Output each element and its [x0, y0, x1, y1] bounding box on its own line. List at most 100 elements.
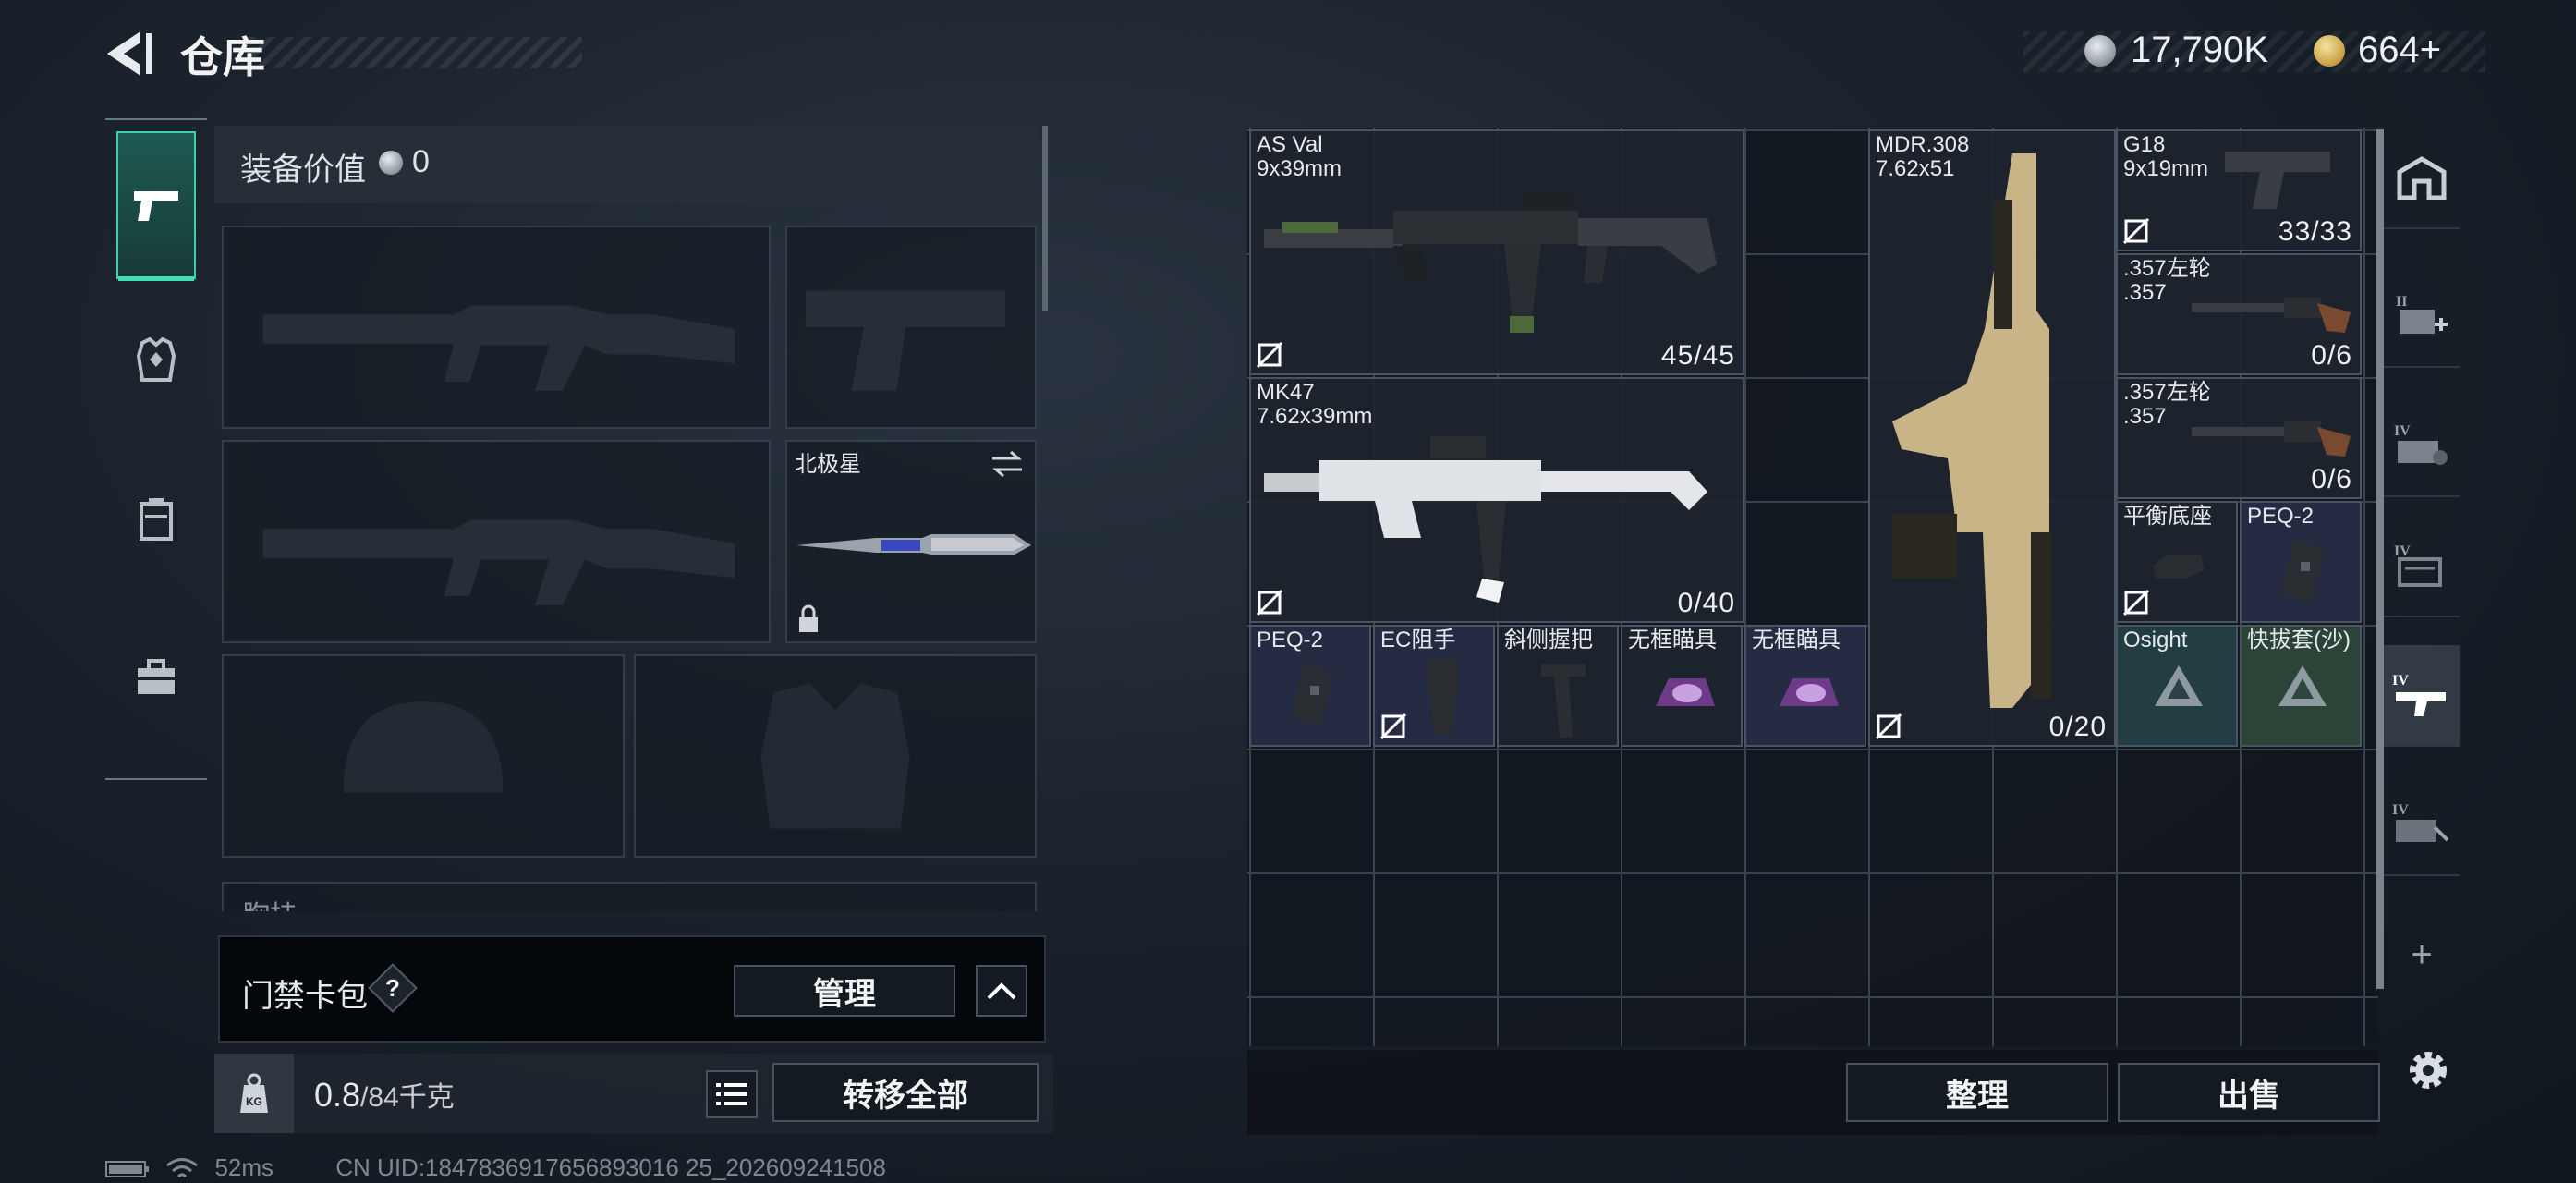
armor-icon	[136, 337, 176, 382]
item-quick-holster[interactable]: 快拔套(沙)	[2240, 625, 2362, 747]
tab-backpack[interactable]	[116, 604, 196, 752]
rifle-silhouette-icon	[262, 305, 735, 391]
ping-value: 52ms	[214, 1153, 274, 1181]
melee-name: 北极星	[795, 452, 861, 477]
item-angled-grip[interactable]: 斜侧握把	[1497, 625, 1619, 747]
chevron-up-icon	[987, 982, 1016, 1000]
add-storage-button[interactable]: +	[2384, 904, 2460, 1006]
placeholder-triangle-icon	[2155, 665, 2203, 706]
placeholder-triangle-icon	[2278, 665, 2327, 706]
svg-text:IV: IV	[2392, 802, 2409, 818]
silver-currency-value[interactable]: 17,790K	[2131, 30, 2268, 71]
tab-weapons[interactable]	[116, 131, 196, 281]
primary-weapon-slot-1[interactable]	[222, 226, 771, 429]
ammo-count: 0/6	[2311, 340, 2352, 371]
storage-grid: AS Val 9x39mm 45/45 MDR.308 7.62x51 0/20…	[1247, 128, 2378, 1046]
item-name: Osight	[2123, 628, 2188, 652]
tab-storage-6[interactable]: IV	[2384, 774, 2460, 876]
helmet-silhouette-icon	[343, 701, 504, 793]
item-frameless-sight[interactable]: 无框瞄具	[1621, 625, 1743, 747]
gold-currency-value[interactable]: 664+	[2358, 30, 2441, 71]
item-mdr-308[interactable]: MDR.308 7.62x51 0/20	[1868, 129, 2116, 747]
chest-rig-slot[interactable]: 胸挂	[222, 882, 1037, 911]
battery-icon	[105, 1161, 149, 1178]
no-insure-icon	[2123, 218, 2149, 244]
item-name: 无框瞄具	[1628, 628, 1717, 652]
svg-text:IV: IV	[2392, 673, 2409, 689]
keycard-case-bar: 门禁卡包 ? 管理	[218, 935, 1046, 1043]
pistol-icon	[2225, 152, 2330, 209]
arrange-button[interactable]: 整理	[1846, 1063, 2108, 1122]
helmet-slot[interactable]	[222, 654, 625, 858]
tab-storage-3[interactable]: IV	[2384, 396, 2460, 497]
weapon-case-icon: IV	[2392, 673, 2446, 716]
item-as-val[interactable]: AS Val 9x39mm 45/45	[1249, 129, 1744, 375]
tab-storage-home[interactable]	[2384, 128, 2460, 229]
briefcase-icon	[138, 659, 175, 694]
list-view-button[interactable]	[706, 1070, 758, 1118]
primary-weapon-slot-2[interactable]	[222, 440, 771, 643]
item-name: 斜侧握把	[1504, 628, 1593, 652]
rifle-silhouette-icon	[262, 519, 735, 605]
melee-slot[interactable]: 北极星	[785, 440, 1037, 643]
tab-armor[interactable]	[116, 287, 196, 434]
manage-button[interactable]: 管理	[734, 965, 955, 1017]
sell-button[interactable]: 出售	[2118, 1063, 2380, 1122]
ammo-count: 0/20	[2048, 712, 2107, 742]
item-peq-2[interactable]: PEQ-2	[1249, 625, 1371, 747]
item-ec-handstop[interactable]: EC阻手	[1373, 625, 1495, 747]
tool-box-icon: IV	[2392, 802, 2449, 842]
back-button[interactable]	[103, 28, 159, 79]
item-g18[interactable]: G18 9x19mm 33/33	[2116, 129, 2362, 251]
no-insure-icon	[2123, 590, 2149, 616]
no-insure-icon	[1257, 590, 1282, 616]
tab-rig[interactable]	[116, 445, 196, 593]
swap-icon[interactable]	[989, 449, 1026, 479]
collapse-button[interactable]	[976, 965, 1027, 1017]
grip-icon	[1541, 664, 1586, 738]
pistol-icon	[134, 191, 178, 221]
weight-kg-icon: KG	[240, 1073, 268, 1113]
weight-value: 0.8/84千克	[314, 1076, 455, 1114]
knife-icon	[796, 534, 1031, 555]
weight-icon-box: KG	[214, 1054, 294, 1133]
no-insure-icon	[1380, 713, 1406, 739]
storage-scrollbar[interactable]	[2376, 129, 2384, 989]
item-frameless-sight[interactable]: 无框瞄具	[1744, 625, 1866, 747]
transfer-all-button[interactable]: 转移全部	[772, 1063, 1039, 1122]
handstop-icon	[1425, 658, 1458, 734]
laser-module-icon	[1290, 662, 1334, 728]
gear-icon	[2410, 1052, 2447, 1089]
tab-storage-weapons[interactable]: IV	[2384, 645, 2460, 747]
body-armor-slot[interactable]	[634, 654, 1037, 858]
lock-icon	[799, 604, 818, 632]
no-insure-icon	[1257, 342, 1282, 368]
laser-module-icon	[2280, 538, 2325, 604]
red-dot-sight-icon	[1656, 678, 1715, 706]
item-name: 无框瞄具	[1752, 628, 1841, 652]
tab-storage-4[interactable]: IV	[2384, 516, 2460, 617]
item-peq-2[interactable]: PEQ-2	[2240, 501, 2362, 623]
item-357-revolver[interactable]: .357左轮 .357 0/6	[2116, 253, 2362, 375]
item-name: PEQ-2	[2247, 504, 2315, 529]
tab-storage-2[interactable]: II	[2384, 266, 2460, 368]
item-osight[interactable]: Osight	[2116, 625, 2238, 747]
ammo-count: 0/40	[1677, 588, 1735, 618]
item-balance-mount[interactable]: 平衡底座	[2116, 501, 2238, 623]
help-button[interactable]: ?	[368, 963, 418, 1013]
add-icon: +	[2411, 933, 2433, 975]
wifi-icon	[166, 1158, 199, 1178]
item-mk47[interactable]: MK47 7.62x39mm 0/40	[1249, 377, 1744, 623]
ammo-box-icon: IV	[2394, 423, 2448, 465]
equipment-value-bar: 装备价值 0	[214, 126, 1037, 203]
pistol-silhouette-icon	[806, 290, 1006, 391]
equipment-scrollbar[interactable]	[1042, 126, 1048, 311]
mk47-rifle-icon	[1264, 436, 1707, 603]
no-insure-icon	[1876, 713, 1902, 739]
user-uid: CN UID:1847836917656893016 25_2026092415…	[335, 1153, 886, 1181]
item-357-revolver[interactable]: .357左轮 .357 0/6	[2116, 377, 2362, 499]
sidearm-slot[interactable]	[785, 226, 1037, 429]
item-name: G18 9x19mm	[2123, 132, 2209, 181]
silver-coin-icon	[2084, 35, 2116, 67]
settings-button[interactable]	[2402, 1044, 2454, 1096]
